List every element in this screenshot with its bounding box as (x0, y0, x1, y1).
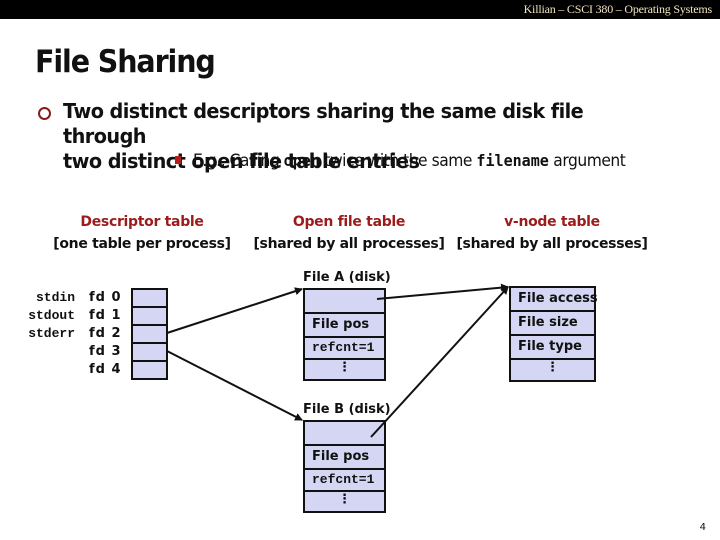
course-title: Killian – CSCI 380 – Operating Systems (523, 2, 713, 16)
open-file-table-heading: Open file table [shared by all processes… (253, 211, 445, 255)
vnode-file-access: File access (518, 291, 598, 306)
file-a-pos-row: File pos (305, 312, 384, 336)
file-a-more-row: ⋮ (305, 358, 384, 379)
fd3-label: fd 3 (89, 344, 122, 359)
page-number: 4 (699, 522, 706, 533)
sub-bullet-text: E.g., Calling open twice with the same f… (193, 151, 626, 170)
header-bar: Killian – CSCI 380 – Operating Systems (0, 0, 720, 19)
file-a-label: File A (disk) (303, 270, 391, 285)
descriptor-table-heading: Descriptor table [one table per process] (52, 211, 232, 255)
open-file-table-title: Open file table (292, 214, 406, 230)
sub-prefix: E.g., Calling (193, 151, 284, 170)
sub-suffix: argument (548, 151, 626, 170)
stdin-label: stdin (35, 290, 75, 305)
vnode-ellipsis-icon: ⋮ (546, 360, 559, 375)
fd1-label: fd 1 (89, 308, 122, 323)
file-b-entry: File pos refcnt=1 ⋮ (303, 420, 386, 513)
vnode-file-size: File size (518, 315, 578, 330)
fd3-to-file-a-arrow (166, 287, 303, 334)
file-a-pos: File pos (312, 317, 370, 332)
fd4-label: fd 4 (89, 362, 122, 377)
file-a-to-vnode-arrow (376, 283, 509, 300)
descriptor-table-title: Descriptor table (80, 214, 204, 230)
descriptor-row-fd3 (133, 342, 166, 344)
vnode-more-row: ⋮ (511, 358, 594, 380)
descriptor-table (131, 288, 168, 380)
descriptor-row-fd2 (133, 324, 166, 326)
vnode-file-type: File type (518, 339, 582, 354)
file-a-ellipsis-icon: ⋮ (338, 360, 351, 375)
file-b-label: File B (disk) (303, 402, 391, 417)
vnode-table-heading: v-node table [shared by all processes] (456, 211, 648, 255)
descriptor-row-fd4 (133, 360, 166, 362)
vnode-type-row: File type (511, 334, 594, 358)
code-filename: filename (476, 151, 549, 170)
sub-middle: twice with the same (319, 151, 477, 170)
slide-title: File Sharing (35, 44, 216, 80)
bullet-line-1: Two distinct descriptors sharing the sam… (63, 99, 584, 148)
file-b-to-vnode-arrow (370, 286, 509, 438)
vnode-table-title: v-node table (504, 214, 600, 230)
file-a-refcnt-row: refcnt=1 (305, 336, 384, 358)
vnode-size-row: File size (511, 310, 594, 334)
descriptor-row-fd1 (133, 306, 166, 308)
file-b-more-row: ⋮ (305, 490, 384, 511)
open-file-table-subtitle: [shared by all processes] (253, 236, 445, 252)
file-b-refcnt: refcnt=1 (312, 472, 375, 487)
code-open: open (283, 151, 320, 170)
vnode-table-subtitle: [shared by all processes] (456, 236, 648, 252)
fd2-label: fd 2 (89, 326, 122, 341)
circle-bullet-icon (38, 107, 51, 120)
vnode-table: File access File size File type ⋮ (509, 286, 598, 382)
file-b-refcnt-row: refcnt=1 (305, 468, 384, 490)
file-b-pos: File pos (312, 449, 370, 464)
fd4-to-file-b-arrow (166, 350, 303, 421)
square-bullet-icon (175, 156, 181, 164)
file-b-ellipsis-icon: ⋮ (338, 492, 351, 507)
file-a-entry: File pos refcnt=1 ⋮ (303, 288, 386, 381)
file-a-refcnt: refcnt=1 (312, 340, 375, 355)
stdout-label: stdout (28, 308, 75, 323)
stderr-label: stderr (28, 326, 75, 341)
fd0-label: fd 0 (89, 290, 122, 305)
descriptor-table-subtitle: [one table per process] (53, 236, 231, 252)
file-b-pos-row: File pos (305, 444, 384, 468)
